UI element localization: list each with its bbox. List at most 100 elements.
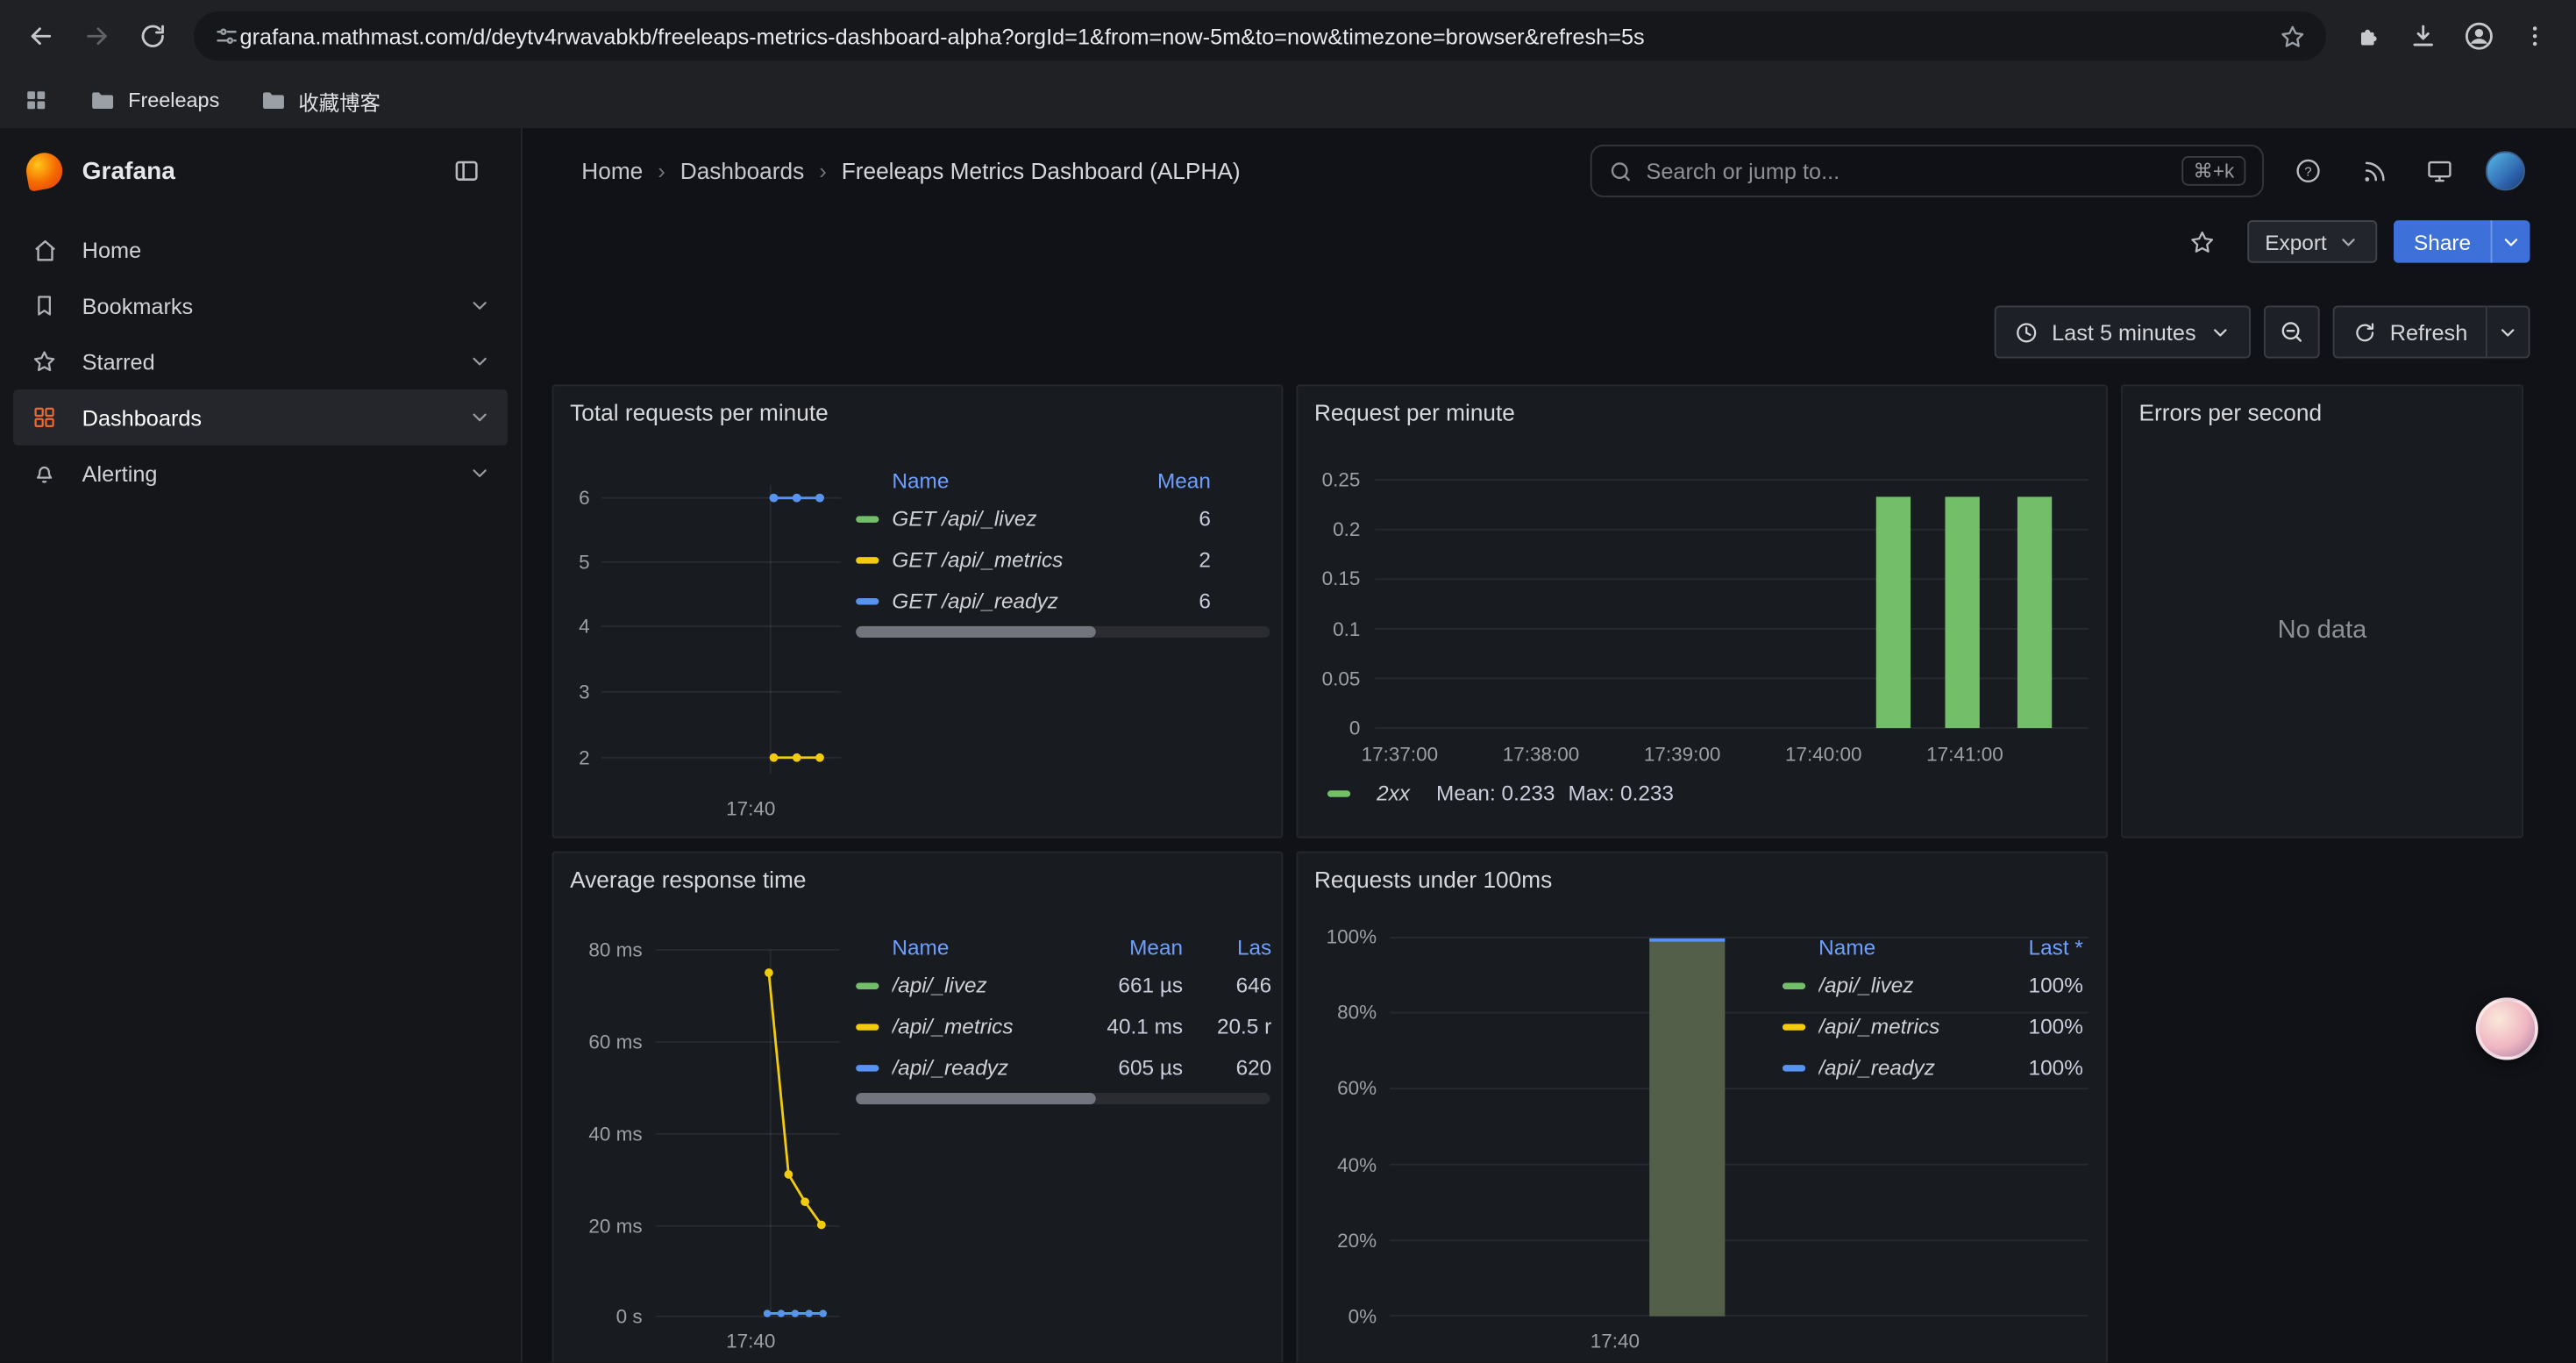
sidebar-item-alerting[interactable]: Alerting [13, 446, 508, 502]
legend-header-name[interactable]: Name [892, 467, 1119, 492]
legend-scrollbar-thumb[interactable] [856, 1093, 1096, 1104]
zoom-out-icon [2278, 318, 2304, 345]
total-requests-chart[interactable] [601, 478, 842, 782]
profile-button[interactable] [2451, 8, 2508, 64]
series-name[interactable]: /api/_readyz [892, 1055, 1078, 1080]
zoom-out-button[interactable] [2263, 306, 2319, 359]
legend-inline[interactable]: 2xx Mean: 0.233 Max: 0.233 [1327, 781, 1674, 805]
series-name[interactable]: /api/_readyz [1818, 1055, 1991, 1080]
legend-table: Name Mean Las /api/_livez 661 µs 646 [856, 929, 1271, 1088]
legend-header-name[interactable]: Name [1818, 934, 1991, 959]
url-text[interactable]: grafana.mathmast.com/d/deytv4rwavabkb/fr… [240, 24, 2279, 48]
sidebar-item-home[interactable]: Home [13, 222, 508, 278]
legend-table: Name Last * /api/_livez 100% /api/_metri… [1783, 929, 2083, 1088]
search-box[interactable]: ⌘+k [1590, 145, 2264, 197]
legend-header-mean[interactable]: Mean [1119, 467, 1211, 492]
help-button[interactable]: ? [2281, 143, 2337, 199]
series-name[interactable]: /api/_metrics [892, 1014, 1078, 1038]
sidebar-item-dashboards[interactable]: Dashboards [13, 389, 508, 446]
y-tick: 0 [1298, 717, 1360, 739]
browser-menu-button[interactable] [2507, 8, 2563, 64]
legend-scrollbar-thumb[interactable] [856, 626, 1096, 638]
chevron-down-icon[interactable] [468, 350, 491, 373]
series-name[interactable]: 2xx [1377, 781, 1410, 805]
refresh-split-button: Refresh [2332, 306, 2530, 359]
legend-row[interactable]: /api/_livez 100% [1783, 965, 2083, 1006]
breadcrumb-home[interactable]: Home [581, 158, 643, 184]
apps-grid-icon [23, 87, 49, 113]
y-tick: 60 ms [553, 1031, 642, 1053]
legend-scrollbar [856, 626, 1270, 638]
series-name[interactable]: /api/_metrics [1818, 1014, 1991, 1038]
sidebar-item-label: Home [82, 238, 141, 262]
search-input[interactable] [1646, 159, 2168, 183]
chevron-down-icon[interactable] [468, 294, 491, 317]
legend-row[interactable]: /api/_readyz 605 µs 620 [856, 1047, 1271, 1088]
bookmark-folder-freeleaps[interactable]: Freeleaps [89, 86, 219, 114]
legend-header-last[interactable]: Las [1183, 934, 1271, 959]
extensions-button[interactable] [2339, 8, 2395, 64]
legend-row[interactable]: /api/_livez 661 µs 646 [856, 965, 1271, 1006]
search-icon [1608, 159, 1633, 183]
folder-icon [259, 86, 287, 114]
bookmark-folder-blogs[interactable]: 收藏博客 [259, 84, 381, 116]
back-button[interactable] [13, 8, 69, 64]
dock-menu-button[interactable] [438, 143, 495, 199]
legend-row[interactable]: /api/_readyz 100% [1783, 1047, 2083, 1088]
legend-row[interactable]: GET /api/_readyz 6 [856, 580, 1270, 621]
sidebar-item-label: Bookmarks [82, 293, 194, 318]
series-last: 620 [1183, 1055, 1271, 1080]
panel-title[interactable]: Requests under 100ms [1314, 866, 1552, 892]
y-tick: 40 ms [553, 1123, 642, 1145]
assistant-avatar-button[interactable] [2476, 997, 2538, 1060]
legend-header-name[interactable]: Name [892, 934, 1078, 959]
panel-title[interactable]: Average response time [570, 866, 806, 892]
refresh-interval-button[interactable] [2487, 306, 2530, 359]
user-avatar-button[interactable] [2478, 143, 2534, 199]
series-name[interactable]: /api/_livez [1818, 973, 1991, 997]
series-name[interactable]: GET /api/_readyz [892, 589, 1119, 613]
average-response-time-chart[interactable] [656, 938, 840, 1323]
reload-button[interactable] [125, 8, 181, 64]
sidebar-item-bookmarks[interactable]: Bookmarks [13, 278, 508, 334]
legend-row[interactable]: /api/_metrics 40.1 ms 20.5 r [856, 1006, 1271, 1047]
refresh-icon [2352, 319, 2377, 344]
panel-title[interactable]: Request per minute [1314, 399, 1515, 425]
url-bar[interactable]: grafana.mathmast.com/d/deytv4rwavabkb/fr… [194, 11, 2326, 61]
legend-row[interactable]: GET /api/_livez 6 [856, 498, 1270, 539]
series-name[interactable]: /api/_livez [892, 973, 1078, 997]
series-color-swatch [1783, 1023, 1805, 1029]
breadcrumb-dashboards[interactable]: Dashboards [680, 158, 804, 184]
display-button[interactable] [2412, 143, 2468, 199]
legend-row[interactable]: /api/_metrics 100% [1783, 1006, 2083, 1047]
forward-button[interactable] [69, 8, 125, 64]
sidebar-item-starred[interactable]: Starred [13, 333, 508, 389]
time-range-picker[interactable]: Last 5 minutes [1995, 306, 2251, 359]
bookmark-star-icon[interactable] [2279, 22, 2307, 50]
chevron-down-icon[interactable] [468, 406, 491, 429]
panel-title[interactable]: Errors per second [2139, 399, 2323, 425]
downloads-button[interactable] [2395, 8, 2451, 64]
series-name[interactable]: GET /api/_livez [892, 506, 1119, 531]
panel-title[interactable]: Total requests per minute [570, 399, 829, 425]
export-label: Export [2265, 229, 2326, 253]
share-button[interactable]: Share [2395, 220, 2491, 263]
favorite-dashboard-button[interactable] [2174, 214, 2231, 270]
series-color-swatch [856, 597, 879, 603]
series-mean: 6 [1119, 506, 1211, 531]
site-controls-icon[interactable] [214, 23, 240, 49]
request-per-minute-chart[interactable] [1375, 468, 2088, 731]
y-tick: 0.05 [1298, 667, 1360, 690]
grafana-logo[interactable] [24, 150, 66, 192]
chevron-down-icon[interactable] [468, 462, 491, 485]
share-menu-button[interactable] [2491, 220, 2530, 263]
refresh-button[interactable]: Refresh [2332, 306, 2487, 359]
export-button[interactable]: Export [2247, 220, 2378, 263]
apps-grid-button[interactable] [23, 87, 49, 113]
legend-header-mean[interactable]: Mean [1078, 934, 1183, 959]
series-name[interactable]: GET /api/_metrics [892, 547, 1119, 572]
legend-row[interactable]: GET /api/_metrics 2 [856, 539, 1270, 581]
legend-header-last[interactable]: Last * [1991, 934, 2083, 959]
news-button[interactable] [2346, 143, 2402, 199]
home-icon [30, 236, 60, 264]
